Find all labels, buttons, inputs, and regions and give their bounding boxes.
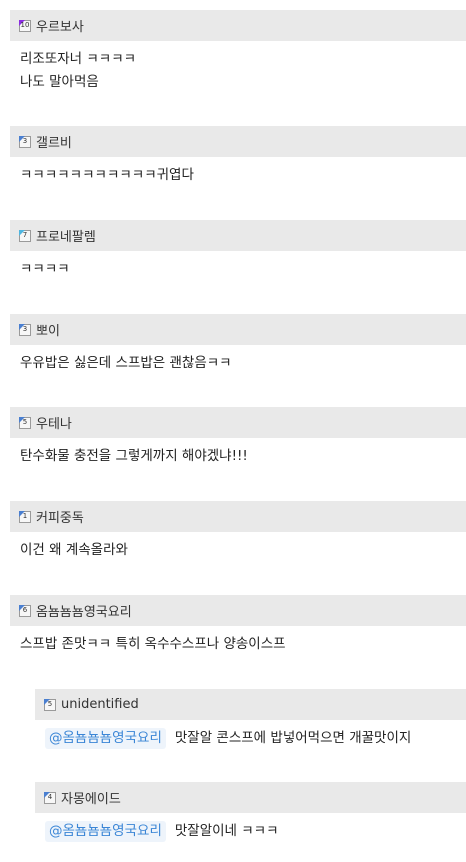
author-nickname[interactable]: 갤르비 xyxy=(36,132,72,151)
level-badge-icon: 5 xyxy=(19,416,31,429)
comment-thread: 10 우르보사 리조또자너 ㅋㅋㅋㅋ 나도 말아먹음 3 갤르비 ㅋㅋㅋㅋㅋㅋㅋ… xyxy=(0,0,466,862)
comment-line: ㅋㅋㅋㅋ xyxy=(20,261,70,277)
comment-header: 3 뽀이 xyxy=(10,314,466,345)
comment-item: 7 프로네팔렘 ㅋㅋㅋㅋ xyxy=(10,220,466,281)
author-nickname[interactable]: 우테나 xyxy=(36,413,72,432)
author-nickname[interactable]: 우르보사 xyxy=(36,16,84,35)
level-badge-icon: 4 xyxy=(44,791,56,804)
level-badge-icon: 6 xyxy=(19,604,31,617)
comment-text: 스프밥 존맛ㅋㅋ 특히 옥수수스프나 양송이스프 xyxy=(10,626,466,656)
comment-header: 6 옴뇸뇸뇸영국요리 xyxy=(10,595,466,626)
level-badge-icon: 7 xyxy=(19,229,31,242)
mention-tag[interactable]: @옴뇸뇸뇸영국요리 xyxy=(45,821,166,842)
comment-line: ㅋㅋㅋㅋㅋㅋㅋㅋㅋㅋㅋ귀엽다 xyxy=(20,167,194,183)
comment-header: 7 프로네팔렘 xyxy=(10,220,466,251)
reply-text: @옴뇸뇸뇸영국요리 맛잘알 콘스프에 밥넣어먹으면 개꿀맛이지 xyxy=(35,720,466,750)
comment-text: 우유밥은 싫은데 스프밥은 괜찮음ㅋㅋ xyxy=(10,345,466,375)
comment-text: ㅋㅋㅋㅋㅋㅋㅋㅋㅋㅋㅋ귀엽다 xyxy=(10,157,466,187)
comment-item: 10 우르보사 리조또자너 ㅋㅋㅋㅋ 나도 말아먹음 xyxy=(10,10,466,94)
author-nickname[interactable]: 커피중독 xyxy=(36,507,84,526)
author-nickname[interactable]: 자몽에이드 xyxy=(61,788,121,807)
reply-content: 맛잘알이네 ㅋㅋㅋ xyxy=(174,823,279,839)
author-nickname[interactable]: 뽀이 xyxy=(36,320,60,339)
comment-item: 6 옴뇸뇸뇸영국요리 스프밥 존맛ㅋㅋ 특히 옥수수스프나 양송이스프 xyxy=(10,595,466,656)
comment-item: 3 갤르비 ㅋㅋㅋㅋㅋㅋㅋㅋㅋㅋㅋ귀엽다 xyxy=(10,126,466,187)
level-badge-icon: 3 xyxy=(19,323,31,336)
comment-text: ㅋㅋㅋㅋ xyxy=(10,251,466,281)
comment-line: 이건 왜 계속올라와 xyxy=(20,542,128,558)
reply-content: 맛잘알 콘스프에 밥넣어먹으면 개꿀맛이지 xyxy=(174,730,412,746)
comment-item: 3 뽀이 우유밥은 싫은데 스프밥은 괜찮음ㅋㅋ xyxy=(10,314,466,375)
comment-line: 우유밥은 싫은데 스프밥은 괜찮음ㅋㅋ xyxy=(20,355,232,371)
author-nickname[interactable]: 옴뇸뇸뇸영국요리 xyxy=(36,601,132,620)
level-badge-icon: 5 xyxy=(44,698,56,711)
comment-item: 1 커피중독 이건 왜 계속올라와 xyxy=(10,501,466,562)
comment-text: 이건 왜 계속올라와 xyxy=(10,532,466,562)
comment-line: 나도 말아먹음 xyxy=(20,74,99,90)
level-badge-icon: 3 xyxy=(19,135,31,148)
mention-tag[interactable]: @옴뇸뇸뇸영국요리 xyxy=(45,728,166,749)
comment-item: 5 우테나 탄수화물 충전을 그렇게까지 해야겠냐!!! xyxy=(10,407,466,468)
reply-item: 5 unidentified @옴뇸뇸뇸영국요리 맛잘알 콘스프에 밥넣어먹으면… xyxy=(35,689,466,750)
level-badge-icon: 1 xyxy=(19,510,31,523)
reply-item: 4 자몽에이드 @옴뇸뇸뇸영국요리 맛잘알이네 ㅋㅋㅋ xyxy=(35,782,466,843)
comment-line: 탄수화물 충전을 그렇게까지 해야겠냐!!! xyxy=(20,448,248,464)
comment-header: 5 unidentified xyxy=(35,689,466,720)
comment-header: 1 커피중독 xyxy=(10,501,466,532)
comment-header: 5 우테나 xyxy=(10,407,466,438)
author-nickname[interactable]: unidentified xyxy=(61,697,139,712)
comment-header: 3 갤르비 xyxy=(10,126,466,157)
comment-line: 스프밥 존맛ㅋㅋ 특히 옥수수스프나 양송이스프 xyxy=(20,636,286,652)
reply-text: @옴뇸뇸뇸영국요리 맛잘알이네 ㅋㅋㅋ xyxy=(35,813,466,843)
comment-header: 10 우르보사 xyxy=(10,10,466,41)
comment-text: 리조또자너 ㅋㅋㅋㅋ 나도 말아먹음 xyxy=(10,41,466,94)
comment-line: 리조또자너 ㅋㅋㅋㅋ xyxy=(20,51,137,67)
level-badge-icon: 10 xyxy=(19,19,31,32)
author-nickname[interactable]: 프로네팔렘 xyxy=(36,226,96,245)
comment-header: 4 자몽에이드 xyxy=(35,782,466,813)
comment-text: 탄수화물 충전을 그렇게까지 해야겠냐!!! xyxy=(10,438,466,468)
